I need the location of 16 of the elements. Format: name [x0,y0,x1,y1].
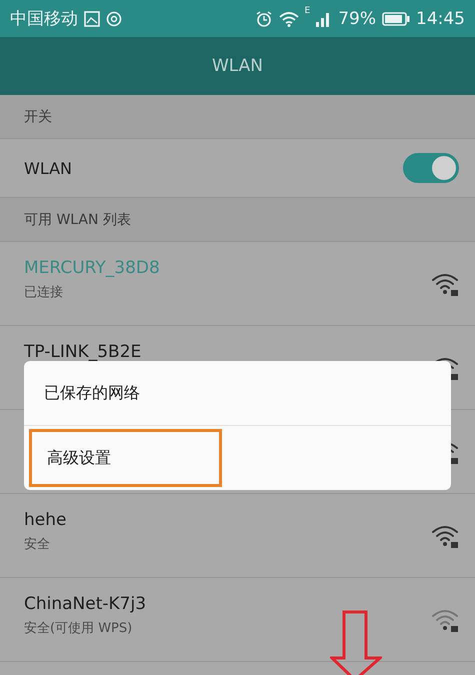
menu-item[interactable]: 已保存的网络 [24,382,140,404]
network-status: 已连接 [24,284,64,301]
network-status: 安全(可使用 WPS) [24,620,134,637]
network-status: 安全 [24,536,51,553]
battery-percent: 79% [338,8,376,28]
clock-time: 14:45 [416,8,465,28]
wlan-label: WLAN [24,158,74,178]
network-type: E [304,6,310,16]
menu-item[interactable]: 高级设置 [29,429,222,487]
section-header: 可用 WLAN 列表 [24,210,131,228]
network-name[interactable]: TP-LINK_5B2E [24,342,431,362]
network-name[interactable]: ChinaNet-K7j3 [24,594,431,614]
network-name[interactable]: hehe [24,510,431,530]
carrier-name: 中国移动 [10,8,78,30]
section-header: 开关 [24,108,52,126]
screen-title: WLAN [212,56,264,76]
